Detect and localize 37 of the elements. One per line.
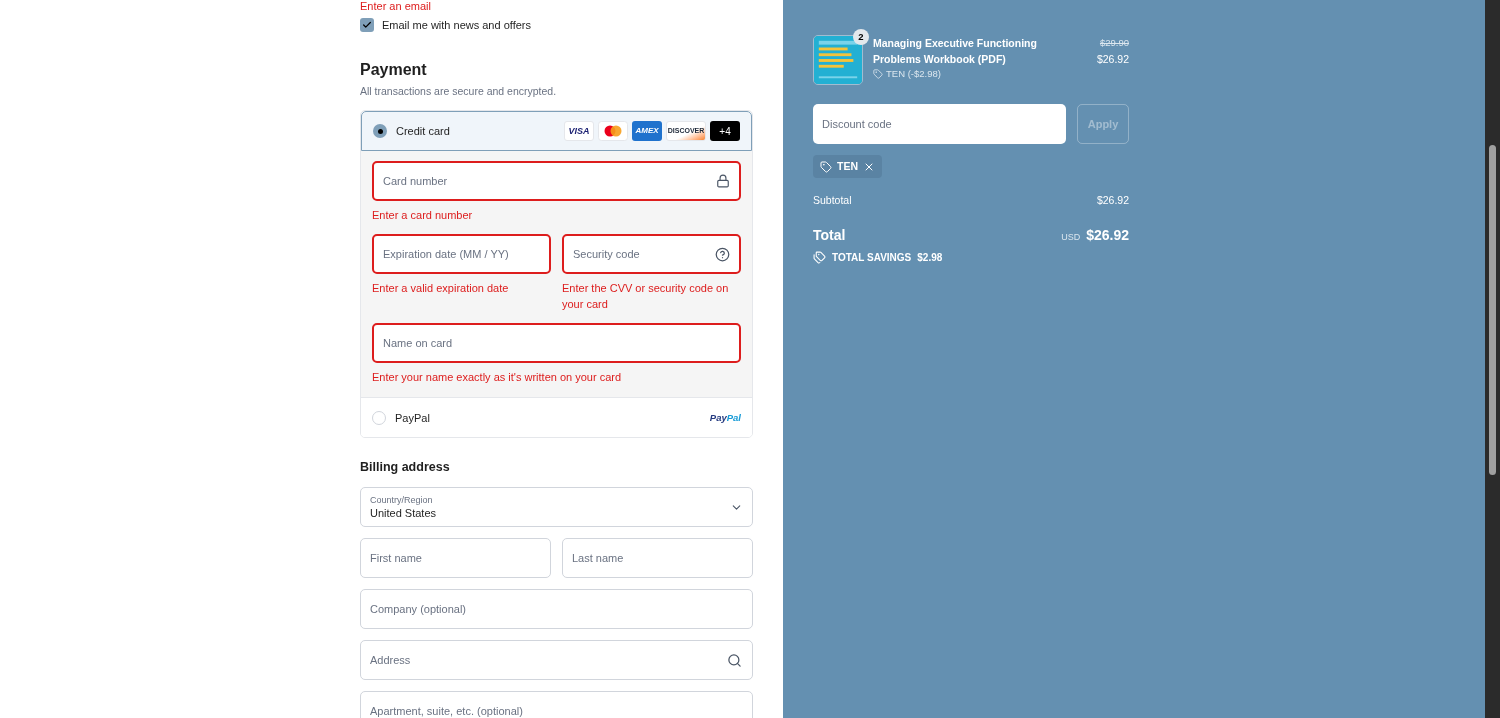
- subtotal-label: Subtotal: [813, 193, 852, 208]
- option-label: PayPal: [395, 410, 431, 426]
- discount-field[interactable]: Discount code: [813, 104, 1066, 144]
- select-value: United States: [370, 505, 438, 520]
- text-field[interactable]: Expiration date (MM / YY): [372, 234, 551, 275]
- quantity-badge: 2: [853, 29, 869, 45]
- total-value: $26.92: [1086, 225, 1129, 245]
- section-heading: Payment: [360, 59, 428, 80]
- total-label: Total: [813, 225, 846, 245]
- country-select[interactable]: Country/Region United States: [360, 487, 753, 527]
- text-field[interactable]: Security code: [562, 234, 741, 275]
- text-field[interactable]: Name on card: [372, 323, 741, 364]
- payment-option[interactable]: PayPal PayPal: [361, 397, 752, 438]
- savings-label: TOTAL SAVINGS: [832, 250, 912, 265]
- error-message: Enter a card number: [372, 208, 474, 224]
- error-message: Enter your name exactly as it's written on your card: [372, 370, 623, 386]
- select-label: Country/Region: [370, 494, 434, 506]
- discount-label: TEN (-$2.98): [886, 67, 941, 81]
- section-heading: Billing address: [360, 459, 451, 477]
- text-field[interactable]: Card number: [372, 161, 741, 202]
- visa-logo: VISA: [564, 121, 594, 142]
- product-title: Managing Executive Functioning Problems Workbook (PDF): [873, 36, 1038, 67]
- section-subtitle: All transactions are secure and encrypted.: [360, 83, 558, 99]
- amex-logo: AMEX: [632, 121, 662, 142]
- original-price: $29.90: [1099, 36, 1129, 50]
- currency-label: USD: [1061, 230, 1081, 244]
- code-label: TEN: [837, 158, 858, 174]
- option-label: Credit card: [396, 124, 451, 139]
- product-price: $26.92: [1096, 52, 1129, 67]
- error-message: Enter an email: [360, 0, 432, 12]
- paypal-logo: PayPal: [709, 410, 741, 425]
- error-message: Enter the CVV or security code on your card: [562, 281, 730, 313]
- more-cards-badge: +4: [710, 121, 740, 142]
- savings-value: $2.98: [917, 250, 943, 265]
- checkbox-label: Email me with news and offers: [382, 18, 531, 33]
- error-message: Enter a valid expiration date: [372, 281, 510, 297]
- subtotal-value: $26.92: [1096, 193, 1129, 208]
